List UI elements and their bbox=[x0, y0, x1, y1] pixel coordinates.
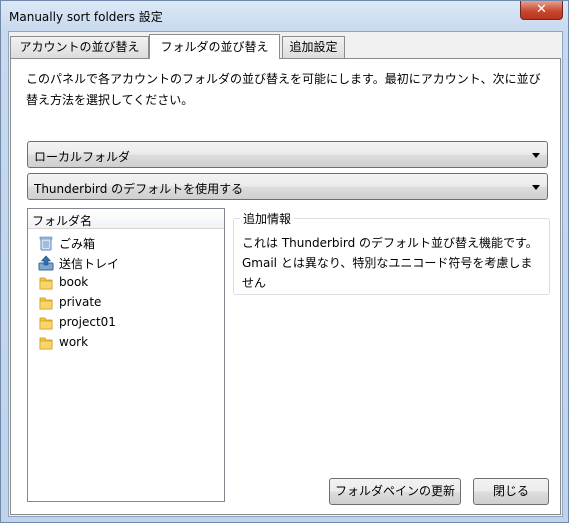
window-title: Manually sort folders 設定 bbox=[9, 10, 163, 24]
folder-row-trash[interactable]: ごみ箱 bbox=[38, 233, 218, 253]
window-close-button[interactable]: ✕ bbox=[520, 1, 563, 20]
folder-tree-header[interactable]: フォルダ名 bbox=[28, 209, 224, 229]
folder-row-private[interactable]: private bbox=[38, 293, 218, 313]
chevron-down-icon bbox=[532, 153, 540, 158]
trash-icon bbox=[39, 236, 53, 251]
folder-row-outbox[interactable]: 送信トレイ bbox=[38, 253, 218, 273]
additional-info-legend: 追加情報 bbox=[240, 210, 295, 227]
chevron-down-icon bbox=[532, 185, 540, 190]
tab-extra-settings[interactable]: 追加設定 bbox=[282, 36, 345, 58]
folder-label: 送信トレイ bbox=[59, 257, 120, 271]
outbox-icon bbox=[38, 255, 54, 271]
additional-info-group: これは Thunderbird のデフォルト並び替え機能です。Gmail とは異… bbox=[233, 218, 550, 295]
title-bar[interactable]: Manually sort folders 設定 ✕ bbox=[1, 1, 570, 31]
dialog-client-area: アカウントの並び替え フォルダの並び替え 追加設定 このパネルで各アカウントのフ… bbox=[8, 31, 563, 517]
folder-icon bbox=[39, 337, 53, 350]
close-icon: ✕ bbox=[536, 2, 547, 17]
folder-label: book bbox=[59, 275, 89, 289]
tab-folder-sort[interactable]: フォルダの並び替え bbox=[149, 34, 280, 59]
folder-icon bbox=[39, 277, 53, 290]
folder-icon bbox=[39, 297, 53, 310]
folder-sort-panel: このパネルで各アカウントのフォルダの並び替えを可能にします。最初にアカウント、次… bbox=[10, 58, 561, 515]
account-select-value: ローカルフォルダ bbox=[34, 150, 131, 164]
folder-row-project01[interactable]: project01 bbox=[38, 313, 218, 333]
folder-label: project01 bbox=[59, 315, 116, 329]
settings-window: Manually sort folders 設定 ✕ アカウントの並び替え フォ… bbox=[0, 0, 569, 523]
additional-info-text: これは Thunderbird のデフォルト並び替え機能です。Gmail とは異… bbox=[242, 236, 538, 290]
folder-label: work bbox=[59, 335, 89, 349]
folder-label: private bbox=[59, 295, 102, 309]
folder-row-work[interactable]: work bbox=[38, 333, 218, 353]
folder-row-book[interactable]: book bbox=[38, 273, 218, 293]
sort-method-select[interactable]: Thunderbird のデフォルトを使用する bbox=[27, 173, 548, 200]
folder-label: ごみ箱 bbox=[59, 237, 96, 251]
sort-method-value: Thunderbird のデフォルトを使用する bbox=[34, 182, 244, 196]
folder-name-column-label: フォルダ名 bbox=[32, 214, 93, 228]
panel-description: このパネルで各アカウントのフォルダの並び替えを可能にします。最初にアカウント、次… bbox=[26, 72, 541, 107]
folder-icon bbox=[39, 317, 53, 330]
tab-account-sort[interactable]: アカウントの並び替え bbox=[10, 36, 149, 58]
close-button[interactable]: 閉じる bbox=[473, 478, 549, 505]
account-select[interactable]: ローカルフォルダ bbox=[27, 141, 548, 168]
refresh-folder-pane-button[interactable]: フォルダペインの更新 bbox=[329, 478, 461, 505]
folder-tree[interactable]: フォルダ名 ごみ箱 送信トレイ book private project01 w… bbox=[27, 208, 225, 502]
